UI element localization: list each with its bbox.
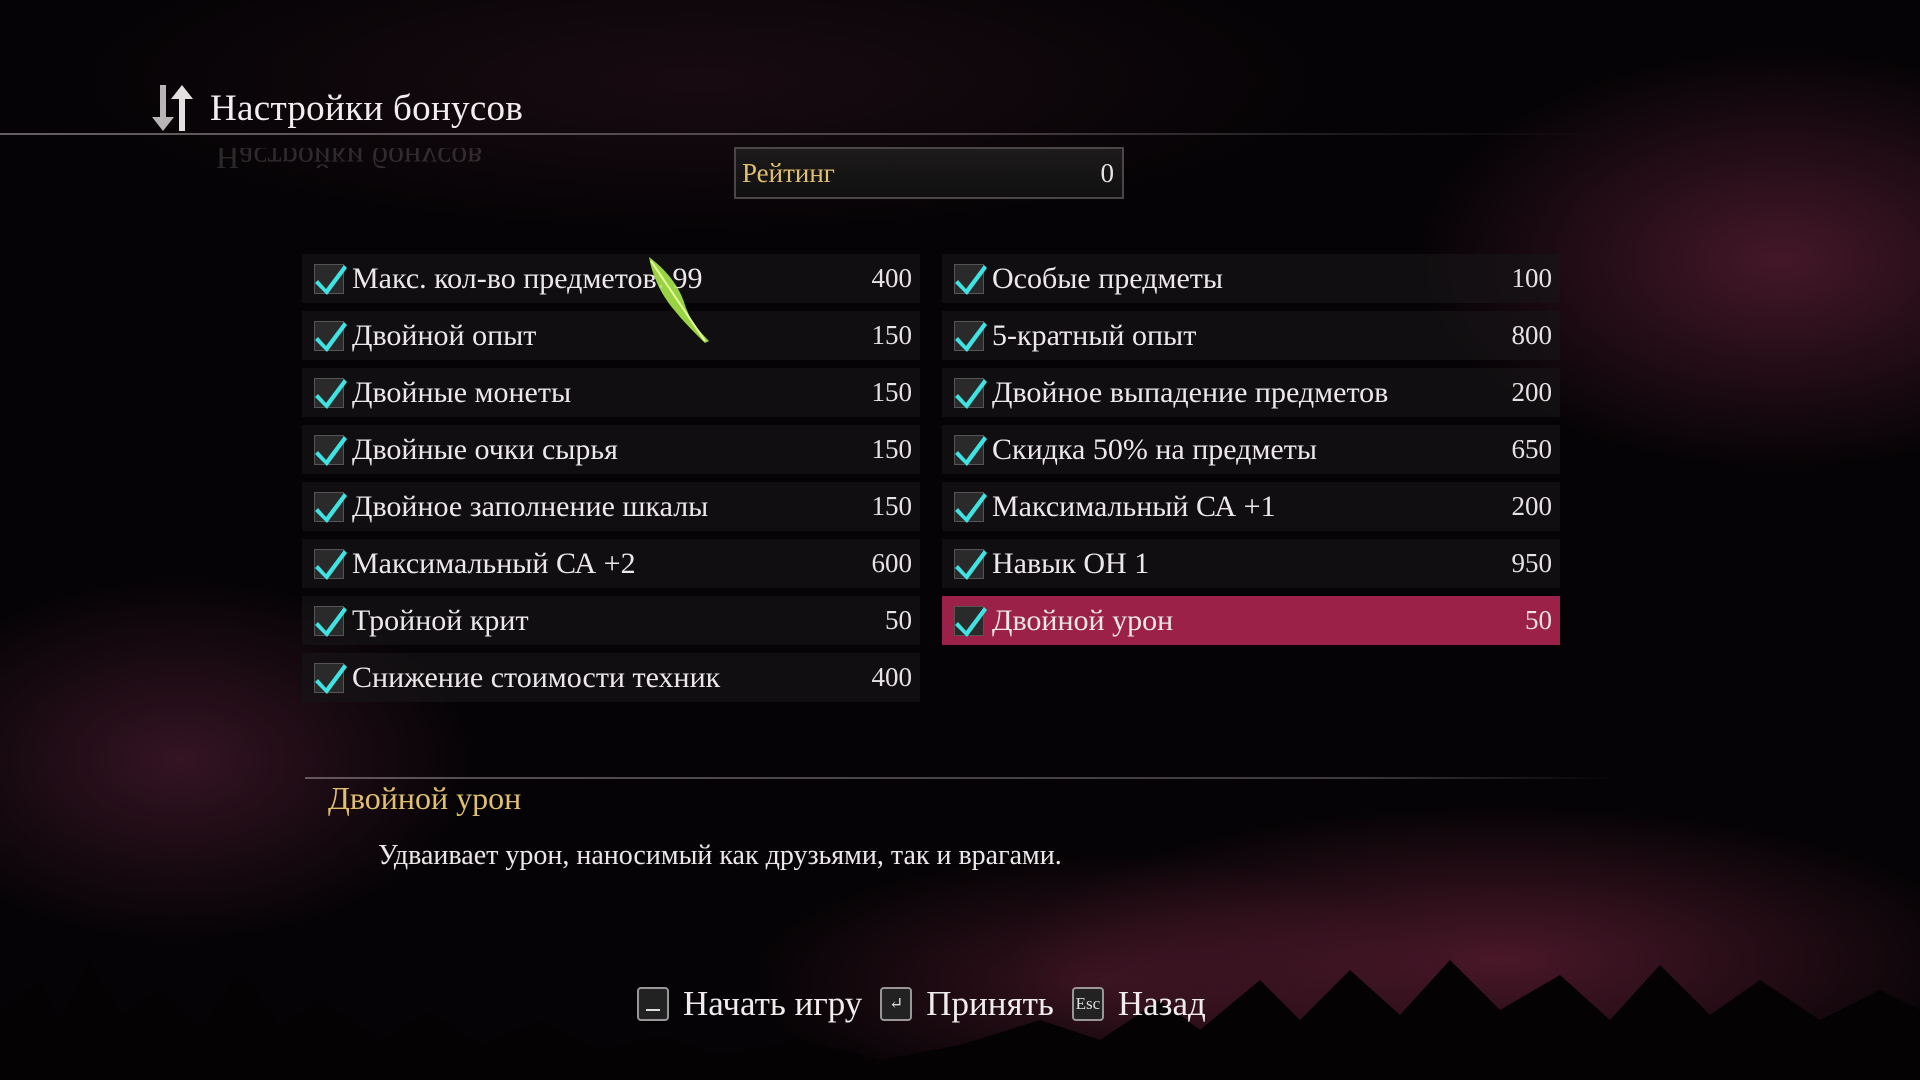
bonus-row[interactable]: Максимальный СА +2 600	[302, 539, 920, 588]
checkmark-icon	[955, 492, 987, 523]
bonus-label: Скидка 50% на предметы	[992, 432, 1318, 466]
feather-cursor-icon	[649, 257, 709, 343]
checkmark-icon	[955, 264, 987, 295]
checkmark-icon	[955, 321, 987, 352]
bonus-row-selected[interactable]: Двойной урон 50	[942, 596, 1560, 645]
checkbox-checked[interactable]	[314, 491, 347, 523]
bonus-cost: 150	[871, 491, 913, 521]
title-reflection: Настройки бонусов	[216, 148, 483, 168]
footer-controls: Начать игру ↵ Принять Esc Назад	[637, 976, 1224, 1032]
bonus-label: Двойные очки сырья	[352, 432, 618, 466]
bonus-row[interactable]: Двойные очки сырья 150	[302, 425, 920, 474]
bonus-cost: 200	[1511, 491, 1553, 521]
start-game-button[interactable]: Начать игру	[683, 984, 862, 1024]
bonus-row[interactable]: Тройной крит 50	[302, 596, 920, 645]
bonus-row[interactable]: Двойное выпадение предметов 200	[942, 368, 1560, 417]
rating-value: 0	[1100, 157, 1115, 188]
checkmark-icon	[955, 606, 987, 637]
bonus-row[interactable]: Особые предметы 100	[942, 254, 1560, 303]
bonus-label: Двойное заполнение шкалы	[352, 489, 709, 523]
back-button[interactable]: Назад	[1118, 984, 1206, 1024]
checkbox-checked[interactable]	[954, 491, 987, 523]
page-title: Настройки бонусов	[210, 87, 524, 129]
bonus-cost: 400	[871, 263, 913, 293]
bonus-cost: 400	[871, 662, 913, 692]
bonus-label: Двойной опыт	[352, 318, 537, 352]
bonus-list-left: Макс. кол-во предметов: 99 400 Двойной о…	[302, 254, 920, 710]
bonus-cost: 50	[885, 605, 912, 635]
checkbox-checked[interactable]	[314, 377, 347, 409]
checkmark-icon	[955, 435, 987, 466]
bonus-label: Двойные монеты	[352, 375, 572, 409]
bonus-label: Двойной урон	[992, 603, 1174, 637]
bonus-cost: 650	[1511, 434, 1553, 464]
bonus-label: Навык ОН 1	[992, 546, 1150, 580]
checkbox-checked[interactable]	[314, 434, 347, 466]
checkmark-icon	[315, 492, 347, 523]
bonus-cost: 200	[1511, 377, 1553, 407]
checkbox-checked[interactable]	[954, 320, 987, 352]
bonus-cost: 150	[871, 320, 913, 350]
bonus-label: Тройной крит	[352, 603, 529, 637]
checkmark-icon	[315, 264, 347, 295]
rating-field: Рейтинг 0	[734, 147, 1124, 199]
bonus-label: Максимальный СА +2	[352, 546, 636, 580]
checkbox-checked[interactable]	[954, 263, 987, 295]
enter-key-icon: ↵	[880, 987, 913, 1021]
checkbox-checked[interactable]	[954, 377, 987, 409]
checkbox-checked[interactable]	[954, 434, 987, 466]
checkmark-icon	[315, 606, 347, 637]
bonus-row[interactable]: Двойное заполнение шкалы 150	[302, 482, 920, 531]
checkmark-icon	[315, 321, 347, 352]
checkbox-checked[interactable]	[314, 662, 347, 694]
checkbox-checked[interactable]	[314, 548, 347, 580]
bonus-row[interactable]: Скидка 50% на предметы 650	[942, 425, 1560, 474]
rating-label: Рейтинг	[742, 157, 835, 188]
description-text: Удваивает урон, наносимый как друзьями, …	[378, 840, 1062, 871]
header: Настройки бонусов	[148, 82, 523, 134]
bonus-cost: 100	[1511, 263, 1553, 293]
bonus-row[interactable]: Макс. кол-во предметов: 99 400	[302, 254, 920, 303]
space-key-icon	[637, 987, 669, 1021]
checkmark-icon	[315, 435, 347, 466]
accept-button[interactable]: Принять	[926, 984, 1054, 1024]
description-divider	[305, 777, 1615, 779]
bonus-row[interactable]: Максимальный СА +1 200	[942, 482, 1560, 531]
bonus-label: Снижение стоимости техник	[352, 660, 721, 694]
bonus-cost: 600	[871, 548, 913, 578]
description-title: Двойной урон	[328, 780, 522, 816]
checkmark-icon	[315, 549, 347, 580]
checkbox-checked[interactable]	[314, 605, 347, 637]
bonus-label: 5-кратный опыт	[992, 318, 1197, 352]
bonus-row[interactable]: Навык ОН 1 950	[942, 539, 1560, 588]
checkmark-icon	[315, 663, 347, 694]
checkbox-checked[interactable]	[314, 320, 347, 352]
sort-arrows-icon	[152, 85, 193, 131]
bonus-label: Особые предметы	[992, 261, 1224, 295]
bonus-cost: 150	[871, 377, 913, 407]
bonus-label: Двойное выпадение предметов	[992, 375, 1389, 409]
bonus-row[interactable]: Двойной опыт 150	[302, 311, 920, 360]
header-divider	[0, 133, 1600, 135]
checkbox-checked[interactable]	[954, 605, 987, 637]
checkmark-icon	[315, 378, 347, 409]
bonus-list-right: Особые предметы 100 5-кратный опыт 800 Д…	[942, 254, 1560, 653]
bonus-cost: 50	[1525, 605, 1552, 635]
checkbox-checked[interactable]	[954, 548, 987, 580]
checkmark-icon	[955, 378, 987, 409]
esc-key-icon: Esc	[1071, 987, 1104, 1021]
checkmark-icon	[955, 549, 987, 580]
bonus-row[interactable]: 5-кратный опыт 800	[942, 311, 1560, 360]
bonus-cost: 950	[1511, 548, 1553, 578]
bonus-cost: 150	[871, 434, 913, 464]
bonus-row[interactable]: Снижение стоимости техник 400	[302, 653, 920, 702]
bonus-row[interactable]: Двойные монеты 150	[302, 368, 920, 417]
bonus-label: Максимальный СА +1	[992, 489, 1276, 523]
checkbox-checked[interactable]	[314, 263, 347, 295]
bonus-cost: 800	[1511, 320, 1553, 350]
bonus-label: Макс. кол-во предметов: 99	[352, 261, 703, 295]
